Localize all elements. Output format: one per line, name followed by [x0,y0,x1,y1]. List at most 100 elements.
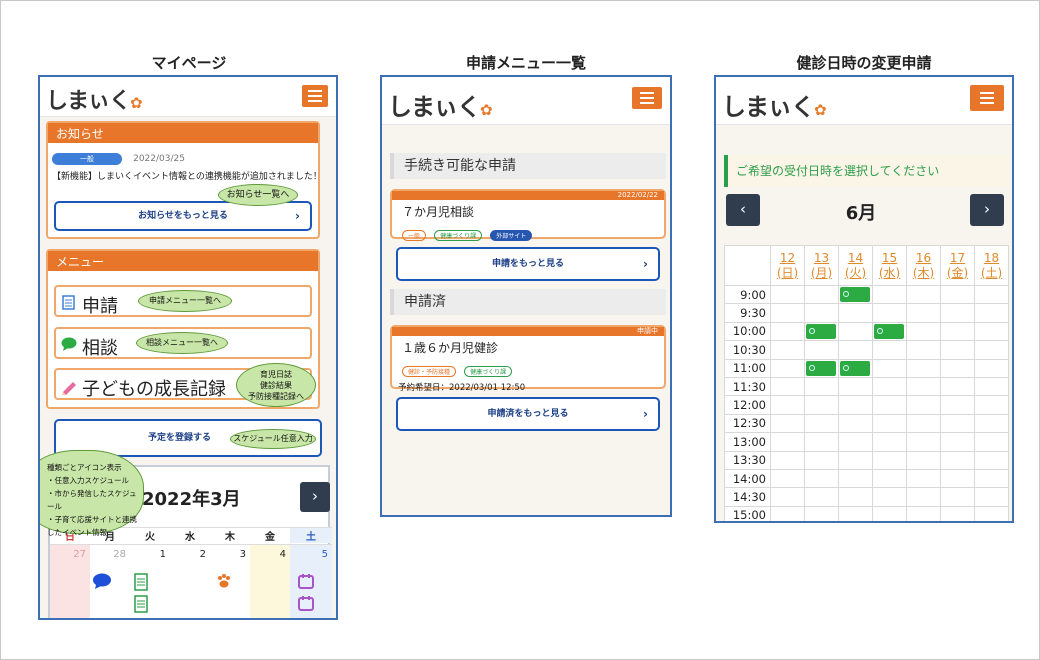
date-header[interactable]: 12 (日) [770,245,805,286]
time-slot-cell [804,468,839,489]
next-week-button[interactable]: › [970,194,1004,226]
menu-item-label: 子どもの成長記録 [82,379,226,400]
date-header[interactable]: 16 (木) [906,245,941,286]
select-datetime-notice: ご希望の受付日時を選択してください [724,155,1008,187]
calendar-day[interactable]: 5 [290,549,328,560]
hamburger-menu-icon[interactable] [302,85,328,107]
menu-item-label: 申請 [82,296,118,317]
time-slot-cell [906,340,941,360]
calendar-day[interactable]: 1 [130,549,166,560]
request-title: ７か月児相談 [402,205,475,219]
time-slot-cell [906,468,941,489]
time-slot-cell [974,468,1009,489]
time-slot-cell [974,487,1009,507]
time-row: 13:30 [724,450,1009,470]
time-row: 10:00 [724,321,1009,342]
time-slot-cell [940,487,975,507]
pencil-icon [62,382,76,395]
time-slot-cell [872,432,907,452]
time-slot-cell [804,284,839,305]
app-logo[interactable]: しまぃく✿ [388,87,493,122]
time-slot-cell [872,505,907,521]
time-slot-cell [804,340,839,360]
calendar-day[interactable]: 3 [210,549,246,560]
time-slot-cell [838,358,873,378]
time-slot-cell [940,358,975,378]
prev-week-button[interactable]: ‹ [726,194,760,226]
status-badge: 申請中 [392,327,664,336]
applied-card[interactable]: 申請中 １歳６か月児健診 健診・予防接種 健康づくり課 予約希望日：2022/0… [390,325,666,393]
time-label: 13:00 [724,432,771,452]
time-slot-cell [974,450,1009,470]
time-slot-cell [906,321,941,342]
date-header[interactable]: 14 (火) [838,245,873,286]
time-slot-cell [770,376,805,397]
available-slot-button[interactable] [806,360,836,376]
time-slot-cell [804,376,839,397]
time-slot-grid: 12 (日) 13 (月) 14 (火) 15 (水) 16 (木) 17 (金) 18 (土… [724,245,1009,521]
tag-general: 一般 [402,230,427,241]
time-slot-cell [872,376,907,397]
date-header[interactable]: 17 (金) [940,245,975,286]
time-label: 13:30 [724,450,771,470]
app-logo[interactable]: しまぃく✿ [46,83,143,115]
available-slot-button[interactable] [840,287,870,303]
time-slot-cell [940,505,975,521]
paw-icon [218,574,230,588]
date-header[interactable]: 15 (水) [872,245,907,286]
time-slot-cell [906,432,941,452]
available-slot-button[interactable] [840,360,870,376]
time-slot-cell [770,505,805,521]
calendar-day[interactable]: 2 [170,549,206,560]
weekday-fri: 金 [265,532,275,543]
time-slot-cell [974,432,1009,452]
time-slot-cell [838,487,873,507]
time-slot-cell [940,303,975,323]
time-slot-cell [906,376,941,397]
available-slot-button[interactable] [806,323,836,340]
date-header[interactable]: 18 (土) [974,245,1009,286]
time-slot-cell [770,432,805,452]
time-slot-cell [838,303,873,323]
category-badge: 一般 [52,153,122,165]
time-slot-cell [906,487,941,507]
more-news-button[interactable]: お知らせをもっと見る › [54,201,312,231]
request-card[interactable]: 2022/02/22 ７か月児相談 一般 健康づくり課 外部サイト [390,189,666,241]
calendar-day[interactable]: 27 [50,549,86,560]
time-slot-cell [974,340,1009,360]
change-request-screen: しまぃく✿ ご希望の受付日時を選択してください ‹ 6月 › 12 (日) 13(… [714,75,1014,523]
tag-external-site: 外部サイト [490,230,533,241]
chevron-right-icon: › [643,257,648,271]
time-label: 12:00 [724,395,771,415]
callout-calendar-icons: 種類ごとアイコン表示 ・任意入力スケジュール ・市から発信したスケジュール ・子… [40,450,144,537]
time-slot-cell [838,432,873,452]
time-slot-cell [940,450,975,470]
time-slot-cell [838,413,873,434]
time-row: 12:00 [724,395,1009,415]
calendar-next-button[interactable]: › [300,482,330,512]
time-slot-cell [872,303,907,323]
available-slot-button[interactable] [874,323,904,340]
time-label: 9:00 [724,284,771,305]
news-text[interactable]: 【新機能】しまいくイベント情報との連携機能が追加されました！ [52,169,322,182]
menu-list-screen: しまぃく✿ 手続き可能な申請 2022/02/22 ７か月児相談 一般 健康づく… [380,75,672,517]
more-requests-button[interactable]: 申請をもっと見る › [396,247,660,281]
time-label: 11:00 [724,358,771,378]
date-header[interactable]: 13 (月) [804,245,839,286]
hamburger-menu-icon[interactable] [970,85,1004,111]
news-header: お知らせ [48,123,318,143]
app-logo[interactable]: しまぃく✿ [722,87,827,122]
time-slot-cell [940,340,975,360]
chevron-right-icon: › [643,407,648,421]
more-applied-button[interactable]: 申請済をもっと見る › [396,397,660,431]
title-menu-list: 申請メニュー一覧 [465,54,586,72]
time-slot-cell [770,340,805,360]
chat-bubble-icon [61,337,77,351]
time-slot-cell [804,358,839,378]
calendar-day[interactable]: 4 [250,549,286,560]
time-row: 12:30 [724,413,1009,434]
hamburger-menu-icon[interactable] [632,87,662,109]
time-slot-cell [838,284,873,305]
calendar-day[interactable]: 28 [90,549,126,560]
time-row: 15:00 [724,505,1009,521]
